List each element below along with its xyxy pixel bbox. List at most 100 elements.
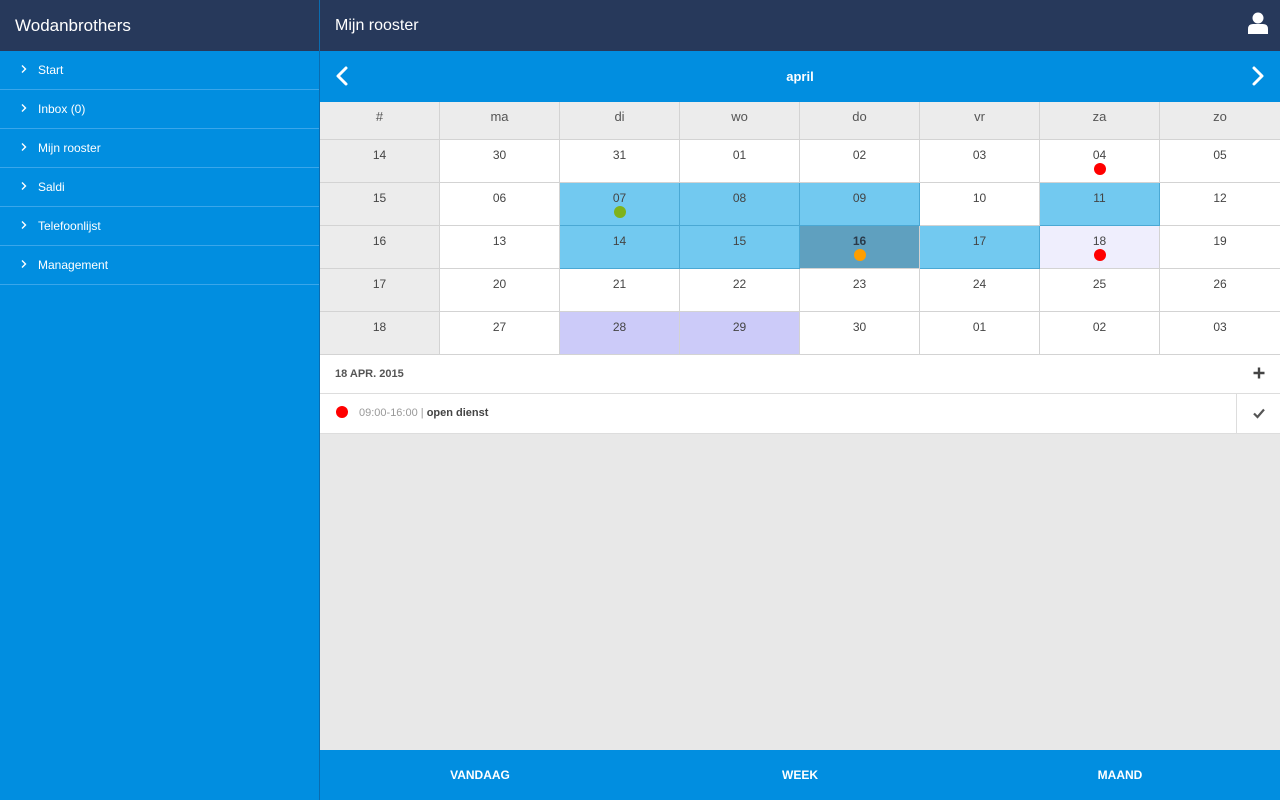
day-number: 09 bbox=[852, 191, 867, 205]
page-title: Mijn rooster bbox=[335, 17, 419, 34]
event-indicator-dot bbox=[854, 249, 866, 261]
user-icon[interactable] bbox=[1248, 12, 1268, 34]
header-day-zo: zo bbox=[1160, 102, 1280, 140]
day-number: 16 bbox=[852, 234, 867, 248]
sidebar: Wodanbrothers Start Inbox (0) Mijn roost… bbox=[0, 0, 320, 800]
calendar-day-cell[interactable]: 24 bbox=[920, 269, 1040, 312]
chevron-right-icon bbox=[20, 142, 38, 154]
calendar-day-cell[interactable]: 06 bbox=[440, 183, 560, 226]
header-day-za: za bbox=[1040, 102, 1160, 140]
calendar-day-cell[interactable]: 17 bbox=[920, 226, 1040, 269]
day-number: 19 bbox=[1213, 234, 1227, 248]
day-number: 06 bbox=[492, 191, 507, 205]
day-number: 23 bbox=[852, 277, 867, 291]
day-number: 21 bbox=[612, 277, 627, 291]
calendar-day-cell[interactable]: 07 bbox=[560, 183, 680, 226]
sidebar-item-start[interactable]: Start bbox=[0, 51, 319, 90]
check-icon[interactable] bbox=[1236, 394, 1280, 434]
calendar-day-cell[interactable]: 15 bbox=[680, 226, 800, 269]
calendar-day-cell[interactable]: 18 bbox=[1040, 226, 1160, 269]
calendar-day-cell[interactable]: 03 bbox=[920, 140, 1040, 183]
calendar-day-cell[interactable]: 02 bbox=[1040, 312, 1160, 355]
calendar-day-cell[interactable]: 28 bbox=[560, 312, 680, 355]
calendar-day-cell[interactable]: 30 bbox=[800, 312, 920, 355]
month-view-button[interactable]: MAAND bbox=[960, 750, 1280, 800]
day-number: 20 bbox=[492, 277, 507, 291]
week-number: 16 bbox=[320, 226, 440, 269]
header-day-wo: wo bbox=[680, 102, 800, 140]
day-number: 07 bbox=[612, 191, 627, 205]
plus-icon[interactable] bbox=[1252, 366, 1266, 380]
day-number: 28 bbox=[612, 320, 627, 334]
calendar-day-cell[interactable]: 14 bbox=[560, 226, 680, 269]
calendar-day-cell[interactable]: 11 bbox=[1040, 183, 1160, 226]
calendar-week-row: 17 20 21 22 23 24 25 26 bbox=[320, 269, 1280, 312]
week-number: 18 bbox=[320, 312, 440, 355]
calendar-day-cell[interactable]: 22 bbox=[680, 269, 800, 312]
calendar-day-cell[interactable]: 16 bbox=[800, 226, 920, 269]
week-view-button[interactable]: WEEK bbox=[640, 750, 960, 800]
top-bar: Mijn rooster bbox=[320, 0, 1280, 51]
calendar-day-cell[interactable]: 10 bbox=[920, 183, 1040, 226]
calendar-day-cell[interactable]: 02 bbox=[800, 140, 920, 183]
calendar-day-cell[interactable]: 03 bbox=[1160, 312, 1280, 355]
calendar-day-cell[interactable]: 05 bbox=[1160, 140, 1280, 183]
calendar-day-cell[interactable]: 19 bbox=[1160, 226, 1280, 269]
calendar-day-cell[interactable]: 31 bbox=[560, 140, 680, 183]
header-day-di: di bbox=[560, 102, 680, 140]
calendar-day-cell[interactable]: 20 bbox=[440, 269, 560, 312]
event-title: open dienst bbox=[426, 407, 489, 419]
day-number: 02 bbox=[1092, 320, 1107, 334]
day-number: 10 bbox=[972, 191, 987, 205]
calendar-day-cell[interactable]: 13 bbox=[440, 226, 560, 269]
calendar-grid: # ma di wo do vr za zo 14 30 31 01 02 03 04 05 1… bbox=[320, 102, 1280, 355]
header-week-number: # bbox=[320, 102, 440, 140]
calendar-day-cell[interactable]: 01 bbox=[680, 140, 800, 183]
event-row[interactable]: 09:00-16:00 | open dienst bbox=[320, 394, 1280, 434]
calendar-week-row: 14 30 31 01 02 03 04 05 bbox=[320, 140, 1280, 183]
sidebar-item-mijn-rooster[interactable]: Mijn rooster bbox=[0, 129, 319, 168]
chevron-right-icon[interactable] bbox=[1246, 65, 1268, 87]
nav-list: Start Inbox (0) Mijn rooster Saldi Telef… bbox=[0, 51, 319, 285]
day-number: 24 bbox=[972, 277, 987, 291]
calendar-day-cell[interactable]: 26 bbox=[1160, 269, 1280, 312]
calendar-day-cell[interactable]: 30 bbox=[440, 140, 560, 183]
sidebar-item-management[interactable]: Management bbox=[0, 246, 319, 285]
today-button[interactable]: VANDAAG bbox=[320, 750, 640, 800]
sidebar-item-label: Saldi bbox=[38, 180, 65, 194]
header-day-ma: ma bbox=[440, 102, 560, 140]
calendar-day-cell[interactable]: 09 bbox=[800, 183, 920, 226]
day-number: 27 bbox=[492, 320, 507, 334]
chevron-right-icon bbox=[20, 181, 38, 193]
event-separator: | bbox=[420, 407, 424, 419]
day-detail: 18 APR. 2015 09:00-16:00 | open dienst bbox=[320, 355, 1280, 434]
day-number: 01 bbox=[732, 148, 747, 162]
calendar-day-cell[interactable]: 21 bbox=[560, 269, 680, 312]
sidebar-item-telefoonlijst[interactable]: Telefoonlijst bbox=[0, 207, 319, 246]
calendar-day-cell[interactable]: 12 bbox=[1160, 183, 1280, 226]
calendar-day-cell[interactable]: 23 bbox=[800, 269, 920, 312]
calendar-week-row: 18 27 28 29 30 01 02 03 bbox=[320, 312, 1280, 355]
day-number: 31 bbox=[612, 148, 627, 162]
sidebar-item-label: Telefoonlijst bbox=[38, 219, 101, 233]
day-number: 02 bbox=[852, 148, 867, 162]
chevron-right-icon bbox=[20, 259, 38, 271]
calendar-day-cell[interactable]: 25 bbox=[1040, 269, 1160, 312]
sidebar-item-label: Inbox (0) bbox=[38, 102, 86, 116]
calendar-day-cell[interactable]: 08 bbox=[680, 183, 800, 226]
day-number: 30 bbox=[492, 148, 507, 162]
calendar-day-cell[interactable]: 29 bbox=[680, 312, 800, 355]
event-status-dot bbox=[336, 406, 348, 418]
sidebar-item-label: Start bbox=[38, 63, 64, 77]
sidebar-item-saldi[interactable]: Saldi bbox=[0, 168, 319, 207]
calendar-day-cell[interactable]: 01 bbox=[920, 312, 1040, 355]
selected-date: 18 APR. 2015 bbox=[335, 368, 404, 380]
day-number: 14 bbox=[612, 234, 627, 248]
calendar-day-cell[interactable]: 27 bbox=[440, 312, 560, 355]
day-number: 17 bbox=[972, 234, 987, 248]
day-number: 04 bbox=[1092, 148, 1107, 162]
sidebar-item-inbox[interactable]: Inbox (0) bbox=[0, 90, 319, 129]
event-indicator-dot bbox=[1094, 249, 1106, 261]
calendar-day-cell[interactable]: 04 bbox=[1040, 140, 1160, 183]
event-indicator-dot bbox=[614, 206, 626, 218]
